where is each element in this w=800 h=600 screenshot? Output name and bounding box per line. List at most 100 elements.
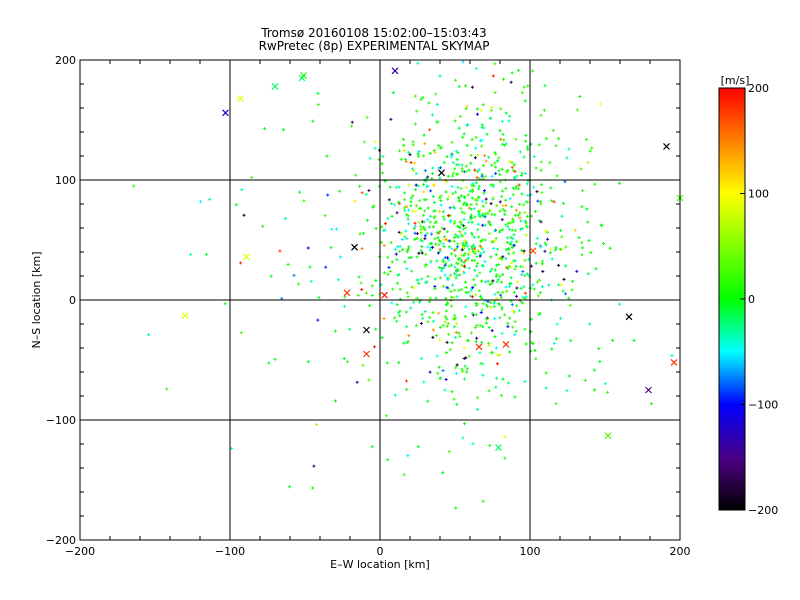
scatter-dot bbox=[476, 396, 480, 400]
scatter-dot bbox=[482, 250, 486, 254]
scatter-dot bbox=[439, 199, 443, 203]
scatter-dot bbox=[434, 242, 438, 246]
scatter-dot bbox=[470, 85, 474, 89]
scatter-dot bbox=[316, 103, 320, 107]
scatter-dot bbox=[485, 132, 489, 136]
scatter-dot bbox=[398, 287, 402, 291]
scatter-dot bbox=[422, 380, 426, 384]
x-marker bbox=[237, 94, 244, 102]
scatter-dot bbox=[407, 245, 411, 249]
x-tick-label: 200 bbox=[670, 545, 691, 558]
scatter-dot bbox=[453, 119, 457, 123]
scatter-dot bbox=[451, 174, 455, 178]
scatter-dot bbox=[480, 308, 484, 312]
scatter-dot bbox=[584, 138, 588, 142]
scatter-dot bbox=[460, 169, 464, 173]
scatter-dot bbox=[508, 197, 512, 201]
scatter-dot bbox=[519, 219, 523, 223]
scatter-dot bbox=[473, 268, 477, 272]
scatter-dot bbox=[493, 268, 497, 272]
scatter-dot bbox=[298, 190, 302, 194]
scatter-dot bbox=[441, 215, 445, 219]
scatter-dot bbox=[534, 357, 538, 361]
scatter-dot bbox=[540, 259, 544, 263]
scatter-dot bbox=[373, 146, 377, 150]
scatter-dot bbox=[489, 202, 493, 206]
scatter-dot bbox=[512, 290, 516, 294]
scatter-dot bbox=[397, 361, 401, 365]
scatter-dot bbox=[537, 143, 541, 147]
scatter-dot bbox=[451, 283, 455, 287]
scatter-dot bbox=[454, 78, 458, 82]
scatter-dot bbox=[548, 161, 552, 165]
scatter-dot bbox=[459, 194, 463, 198]
scatter-dot bbox=[569, 339, 573, 343]
scatter-dot bbox=[510, 261, 514, 265]
scatter-dot bbox=[503, 456, 507, 460]
scatter-dot bbox=[516, 213, 520, 217]
scatter-dot bbox=[504, 223, 508, 227]
scatter-dot bbox=[311, 486, 315, 490]
plot-area: −200 −100 0 100 200 −200−1000100200 bbox=[46, 54, 691, 558]
scatter-dot bbox=[470, 258, 474, 262]
scatter-dot bbox=[508, 114, 512, 118]
scatter-dot bbox=[441, 210, 445, 214]
scatter-dot bbox=[518, 216, 522, 220]
scatter-dot bbox=[559, 229, 563, 233]
scatter-dot bbox=[386, 216, 390, 220]
scatter-dot bbox=[338, 189, 342, 193]
scatter-dot bbox=[483, 174, 487, 178]
scatter-dot bbox=[501, 207, 505, 211]
scatter-dot bbox=[362, 231, 366, 235]
scatter-dot bbox=[475, 255, 479, 259]
scatter-dot bbox=[469, 153, 473, 157]
scatter-dot bbox=[524, 139, 528, 143]
scatter-dot bbox=[431, 335, 435, 339]
scatter-dot bbox=[204, 252, 208, 256]
scatter-dot bbox=[561, 289, 565, 293]
scatter-dot bbox=[481, 103, 485, 107]
scatter-dot bbox=[497, 156, 501, 160]
scatter-dot bbox=[402, 473, 406, 477]
scatter-dot bbox=[420, 313, 424, 317]
scatter-dot bbox=[419, 231, 423, 235]
scatter-dot bbox=[398, 244, 402, 248]
scatter-dot bbox=[444, 351, 448, 355]
scatter-dot bbox=[501, 273, 505, 277]
x-marker bbox=[391, 67, 399, 75]
scatter-dot bbox=[455, 295, 459, 299]
scatter-dot bbox=[416, 154, 420, 158]
scatter-dot bbox=[522, 203, 526, 207]
scatter-dot bbox=[386, 272, 390, 276]
scatter-dot bbox=[230, 447, 234, 451]
scatter-dot bbox=[578, 94, 582, 98]
scatter-dot bbox=[390, 260, 394, 264]
scatter-dot bbox=[407, 183, 411, 187]
scatter-dot bbox=[261, 224, 265, 228]
scatter-dot bbox=[466, 290, 470, 294]
scatter-dot bbox=[524, 342, 528, 346]
scatter-dot bbox=[394, 252, 398, 256]
scatter-dot bbox=[539, 168, 543, 172]
scatter-dot bbox=[335, 227, 339, 231]
scatter-dot bbox=[407, 256, 411, 260]
scatter-dot bbox=[463, 231, 467, 235]
scatter-dot bbox=[428, 220, 432, 224]
scatter-dot bbox=[512, 163, 516, 167]
scatter-dot bbox=[555, 174, 559, 178]
scatter-dot bbox=[414, 324, 418, 328]
scatter-dot bbox=[567, 147, 571, 151]
scatter-dot bbox=[505, 289, 509, 293]
scatter-dot bbox=[418, 199, 422, 203]
scatter-dot bbox=[590, 146, 594, 150]
scatter-dot bbox=[502, 313, 506, 317]
scatter-dot bbox=[420, 277, 424, 281]
scatter-dot bbox=[428, 315, 432, 319]
scatter-dot bbox=[498, 200, 502, 204]
scatter-dot bbox=[490, 163, 494, 167]
scatter-dot bbox=[403, 191, 407, 195]
scatter-dot bbox=[498, 129, 502, 133]
scatter-dot bbox=[454, 366, 458, 370]
x-axis-label: E–W location [km] bbox=[330, 558, 430, 571]
colorbar-ticks: 200 100 0 −100 −200 bbox=[740, 82, 778, 517]
